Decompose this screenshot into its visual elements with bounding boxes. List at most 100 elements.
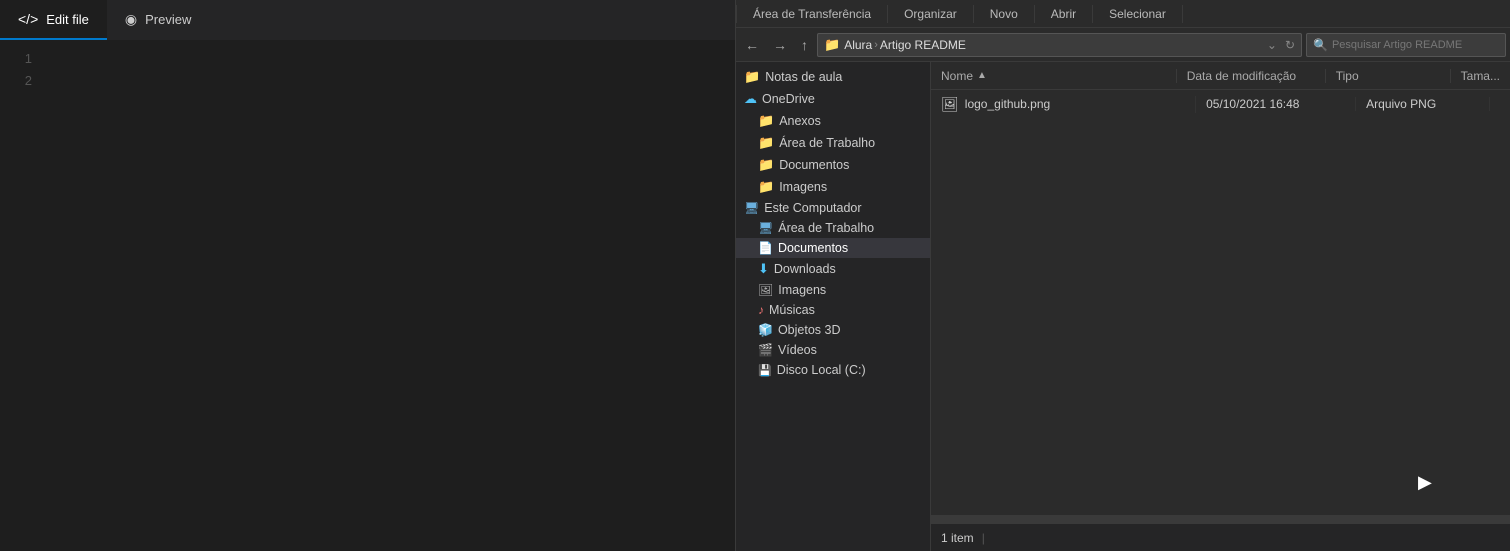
col-data-label: Data de modificação	[1187, 69, 1296, 83]
breadcrumb-sep: ›	[874, 39, 878, 51]
address-row: ← → ↑ 📁 Alura › Artigo README ⌄ ↻ 🔍 Pesq…	[736, 28, 1510, 62]
objects-icon: 🧊	[758, 323, 773, 337]
sidebar-label-area-pc: Área de Trabalho	[778, 221, 874, 235]
sidebar-label-imagens-pc: Imagens	[778, 283, 826, 297]
table-row[interactable]: 🖼 logo_github.png 05/10/2021 16:48 Arqui…	[931, 90, 1510, 118]
breadcrumb: Alura › Artigo README	[844, 38, 966, 52]
address-bar[interactable]: 📁 Alura › Artigo README ⌄ ↻	[817, 33, 1302, 57]
toolbar-organizar[interactable]: Organizar	[888, 5, 974, 23]
toolbar-transferencia[interactable]: Área de Transferência	[736, 5, 888, 23]
search-box[interactable]: 🔍 Pesquisar Artigo README	[1306, 33, 1506, 57]
sidebar-label-imagens-od: Imagens	[779, 180, 827, 194]
sidebar-tree: 📁 Notas de aula ☁ OneDrive 📁 Anexos 📁 Ár…	[736, 62, 931, 551]
sidebar-with-scroll: 📁 Notas de aula ☁ OneDrive 📁 Anexos 📁 Ár…	[736, 62, 931, 551]
file-icon: 🖼	[941, 96, 959, 113]
computer-icon: 🖥	[744, 201, 759, 215]
editor-panel: </> Edit file ◉ Preview 1 2	[0, 0, 735, 551]
file-date: 05/10/2021 16:48	[1206, 97, 1299, 111]
code-area[interactable]	[40, 48, 735, 543]
line-number-1: 1	[8, 48, 32, 70]
images-icon: 🖼	[758, 283, 773, 297]
toolbar-abrir[interactable]: Abrir	[1035, 5, 1093, 23]
sidebar-item-area-trabalho-od[interactable]: 📁 Área de Trabalho	[736, 132, 930, 154]
toolbar-group: Área de Transferência Organizar Novo Abr…	[736, 5, 1183, 23]
item-count: 1 item	[941, 531, 974, 545]
file-name-cell: 🖼 logo_github.png	[931, 96, 1196, 113]
back-button[interactable]: ←	[740, 35, 764, 55]
file-type: Arquivo PNG	[1366, 97, 1436, 111]
col-tamanho-label: Tama...	[1461, 69, 1500, 83]
sidebar-label-musicas: Músicas	[769, 303, 815, 317]
col-tamanho[interactable]: Tama...	[1451, 69, 1510, 83]
line-numbers: 1 2	[0, 48, 40, 543]
sidebar-item-documentos-pc[interactable]: 📄 Documentos	[736, 238, 930, 258]
toolbar-selecionar[interactable]: Selecionar	[1093, 5, 1183, 23]
editor-body: 1 2	[0, 40, 735, 551]
file-name: logo_github.png	[965, 97, 1050, 111]
sidebar-item-downloads[interactable]: ⬇ Downloads	[736, 258, 930, 280]
status-sep: |	[982, 531, 985, 545]
cloud-icon: ☁	[744, 91, 757, 107]
preview-icon: ◉	[125, 11, 137, 28]
sidebar-item-este-computador[interactable]: 🖥 Este Computador	[736, 198, 930, 218]
folder-icon: 📁	[758, 135, 774, 151]
file-list-body: 🖼 logo_github.png 05/10/2021 16:48 Arqui…	[931, 90, 1510, 515]
sidebar-item-disco-local[interactable]: 💾 Disco Local (C:)	[736, 360, 930, 380]
sidebar-label-computador: Este Computador	[764, 201, 861, 215]
edit-icon: </>	[18, 11, 38, 27]
tab-edit-label: Edit file	[46, 12, 89, 27]
drive-icon: 💾	[758, 364, 772, 377]
downloads-icon: ⬇	[758, 261, 769, 277]
sidebar-label-onedrive: OneDrive	[762, 92, 815, 106]
col-tipo[interactable]: Tipo	[1326, 69, 1451, 83]
sidebar-item-onedrive[interactable]: ☁ OneDrive	[736, 88, 930, 110]
sidebar-label-notas: Notas de aula	[765, 70, 842, 84]
up-button[interactable]: ↑	[796, 35, 813, 55]
folder-icon: 📁	[758, 157, 774, 173]
sidebar-item-objetos3d[interactable]: 🧊 Objetos 3D	[736, 320, 930, 340]
explorer-panel: Área de Transferência Organizar Novo Abr…	[735, 0, 1510, 551]
forward-button[interactable]: →	[768, 35, 792, 55]
file-list-area: Nome ▲ Data de modificação Tipo Tama... …	[931, 62, 1510, 551]
refresh-icon: ↻	[1285, 38, 1295, 52]
sidebar-label-downloads: Downloads	[774, 262, 836, 276]
music-icon: ♪	[758, 303, 764, 317]
col-tipo-label: Tipo	[1336, 69, 1359, 83]
tab-preview-label: Preview	[145, 12, 191, 27]
sidebar-item-musicas[interactable]: ♪ Músicas	[736, 300, 930, 320]
explorer-main: 📁 Notas de aula ☁ OneDrive 📁 Anexos 📁 Ár…	[736, 62, 1510, 551]
editor-tabs: </> Edit file ◉ Preview	[0, 0, 735, 40]
sidebar-label-area-od: Área de Trabalho	[779, 136, 875, 150]
sidebar-item-notas-de-aula[interactable]: 📁 Notas de aula	[736, 66, 930, 88]
sidebar-label-docs-pc: Documentos	[778, 241, 848, 255]
sidebar-item-anexos[interactable]: 📁 Anexos	[736, 110, 930, 132]
explorer-toolbar: Área de Transferência Organizar Novo Abr…	[736, 0, 1510, 28]
file-list-header: Nome ▲ Data de modificação Tipo Tama...	[931, 62, 1510, 90]
status-bar: 1 item |	[931, 523, 1510, 551]
search-placeholder: Pesquisar Artigo README	[1332, 39, 1462, 51]
sidebar-label-docs-od: Documentos	[779, 158, 849, 172]
sidebar-item-videos[interactable]: 🎬 Vídeos	[736, 340, 930, 360]
file-date-cell: 05/10/2021 16:48	[1196, 97, 1356, 111]
sidebar-item-imagens-od[interactable]: 📁 Imagens	[736, 176, 930, 198]
tab-preview[interactable]: ◉ Preview	[107, 0, 209, 40]
breadcrumb-alura: Alura	[844, 38, 872, 52]
horizontal-scrollbar[interactable]	[931, 515, 1510, 523]
desktop-icon: 🖥	[758, 221, 773, 235]
expand-address-icon: ⌄	[1267, 38, 1277, 52]
folder-icon: 📁	[744, 69, 760, 85]
col-nome[interactable]: Nome ▲	[931, 69, 1177, 83]
breadcrumb-artigo: Artigo README	[880, 38, 966, 52]
folder-icon: 📁	[758, 113, 774, 129]
docs-icon: 📄	[758, 241, 773, 255]
sidebar-item-imagens-pc[interactable]: 🖼 Imagens	[736, 280, 930, 300]
col-nome-label: Nome	[941, 69, 973, 83]
sidebar-item-area-trabalho-pc[interactable]: 🖥 Área de Trabalho	[736, 218, 930, 238]
tab-edit[interactable]: </> Edit file	[0, 0, 107, 40]
videos-icon: 🎬	[758, 343, 773, 357]
sidebar-label-disco: Disco Local (C:)	[777, 363, 866, 377]
toolbar-novo[interactable]: Novo	[974, 5, 1035, 23]
sidebar-item-documentos-od[interactable]: 📁 Documentos	[736, 154, 930, 176]
col-data[interactable]: Data de modificação	[1177, 69, 1326, 83]
folder-icon: 📁	[758, 179, 774, 195]
